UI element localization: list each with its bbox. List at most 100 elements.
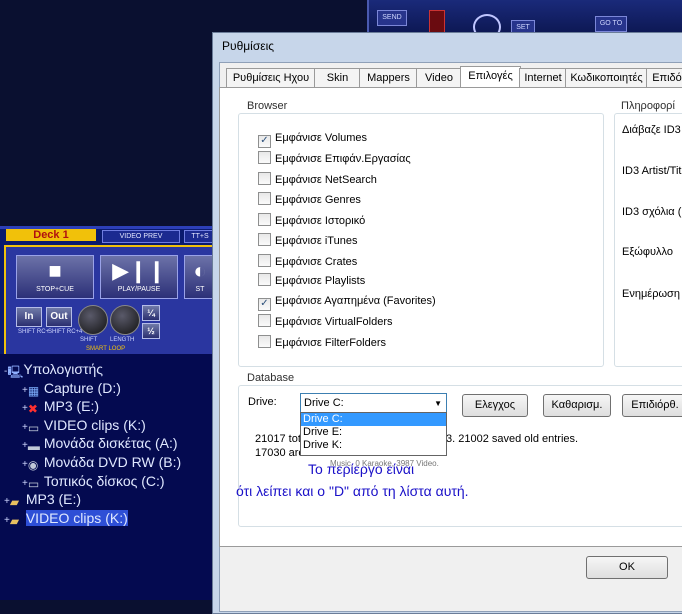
tree-node[interactable]: +▦ Capture (D:) xyxy=(22,379,121,398)
database-group-label: Database xyxy=(245,372,297,384)
checkbox-row[interactable]: Εμφάνισε iTunes xyxy=(258,233,357,247)
drive-option[interactable]: Drive C: xyxy=(301,413,446,426)
drive-option[interactable]: Drive K: xyxy=(301,439,446,452)
tree-node[interactable]: +▭ VIDEO clips (K:) xyxy=(22,416,146,435)
checkbox-unchecked[interactable] xyxy=(258,192,271,205)
loop-half-button[interactable]: ½ xyxy=(142,323,160,339)
checkbox-row[interactable]: Εμφάνισε Επιφάν.Εργασίας xyxy=(258,151,411,165)
tree-node-label: Μονάδα δισκέτας (A:) xyxy=(43,435,178,452)
tree-node-label: MP3 (E:) xyxy=(25,491,82,508)
tab-1[interactable]: Ρυθμίσεις Ηχου xyxy=(226,68,316,88)
checkbox-row[interactable]: Εμφάνισε NetSearch xyxy=(258,172,377,186)
tree-node[interactable]: +◉ Μονάδα DVD RW (B:) xyxy=(22,453,181,472)
tree-node[interactable]: +▰ MP3 (E:) xyxy=(4,490,82,510)
st-icon: ◐ xyxy=(193,258,207,283)
tree-node[interactable]: +▭ Τοπικός δίσκος (C:) xyxy=(22,472,165,491)
browser-group-label: Browser xyxy=(245,100,290,112)
info-option-label: Εξώφυλλο xyxy=(622,246,673,258)
computer-icon: 🖳 xyxy=(7,365,24,379)
tab-2[interactable]: Skin xyxy=(314,68,361,88)
checkbox-unchecked[interactable] xyxy=(258,314,271,327)
shift-rc4-label: SHIFT RC+4 xyxy=(48,329,83,335)
tree-node[interactable]: +✖ MP3 (E:) xyxy=(22,397,100,417)
checkbox-label: Εμφάνισε NetSearch xyxy=(275,174,377,186)
goto-button[interactable]: GO TO xyxy=(595,16,627,32)
chevron-down-icon[interactable]: ▼ xyxy=(434,394,442,413)
checkbox-row[interactable]: Εμφάνισε Crates xyxy=(258,254,357,268)
ok-button[interactable]: OK xyxy=(586,556,668,579)
tab-video-prev[interactable]: VIDEO PREV xyxy=(102,230,180,243)
level-meter xyxy=(429,10,445,34)
length-knob-label: LENGTH xyxy=(110,337,135,343)
info-option-label: Διάβαζε ID3 xyxy=(622,124,681,136)
play-pause-button[interactable]: ▶❙❙ PLAY/PAUSE xyxy=(100,255,178,299)
deck-title: Deck 1 xyxy=(6,229,96,241)
checkbox-row[interactable]: Εμφάνισε Playlists xyxy=(258,273,365,287)
drive-option[interactable]: Drive E: xyxy=(301,426,446,439)
checkbox-row[interactable]: Εμφάνισε VirtualFolders xyxy=(258,314,393,328)
drive-label: Drive: xyxy=(248,396,277,408)
checkbox-unchecked[interactable] xyxy=(258,254,271,267)
checkbox-unchecked[interactable] xyxy=(258,273,271,286)
checkbox-row[interactable]: Εμφάνισε FilterFolders xyxy=(258,335,386,349)
st-button[interactable]: ◐ ST xyxy=(184,255,215,299)
db-stats-line1-end: 3. 21002 saved old entries. xyxy=(446,433,579,445)
stop-icon: ■ xyxy=(48,258,62,283)
length-knob[interactable] xyxy=(110,305,140,335)
tree-node-label: VIDEO clips (K:) xyxy=(25,509,128,526)
smart-loop-label: SMART LOOP xyxy=(86,346,126,352)
loop-out-button[interactable]: Out xyxy=(46,307,72,327)
loop-in-button[interactable]: In xyxy=(16,307,42,327)
checkbox-unchecked[interactable] xyxy=(258,172,271,185)
tree-node[interactable]: +▬ Μονάδα δισκέτας (A:) xyxy=(22,434,178,454)
checkbox-label: Εμφάνισε iTunes xyxy=(275,235,358,247)
tree-node-label: VIDEO clips (K:) xyxy=(43,416,146,433)
shift-knob[interactable] xyxy=(78,305,108,335)
error-drive-icon: ✖ xyxy=(27,402,38,417)
tab-6[interactable]: Internet xyxy=(519,68,567,88)
tab-7[interactable]: Κωδικοποιητές xyxy=(565,68,648,88)
checkbox-row[interactable]: ✓ Εμφάνισε Volumes xyxy=(258,131,367,148)
tab-3[interactable]: Mappers xyxy=(359,68,418,88)
info-option-label: Ενημέρωση xyxy=(622,288,680,300)
shift-rc-label: SHIFT RC+ xyxy=(18,329,50,335)
info-option-label: ID3 σχόλια ( xyxy=(622,206,682,218)
disk-icon: ▭ xyxy=(27,476,40,491)
tab-8[interactable]: Επιδό xyxy=(646,68,682,88)
checkbox-label: Εμφάνισε Playlists xyxy=(275,275,366,287)
checkbox-unchecked[interactable] xyxy=(258,335,271,348)
grid-drive-icon: ▦ xyxy=(27,383,40,398)
loop-quarter-button[interactable]: ¼ xyxy=(142,305,160,321)
stop-cue-button[interactable]: ■ STOP+CUE xyxy=(16,255,94,299)
send-button[interactable]: SEND xyxy=(377,10,407,26)
checkbox-row[interactable]: Εμφάνισε Genres xyxy=(258,192,361,206)
annotation-line1: Το περίεργο είναι xyxy=(308,461,415,477)
folder-icon: ▰ xyxy=(9,513,20,528)
repair-button[interactable]: Επιδιόρθ. xyxy=(622,394,682,417)
checkbox-row[interactable]: Εμφάνισε Ιστορικό xyxy=(258,213,365,227)
top-toolbar-strip: SEND SET GO TO xyxy=(367,0,682,40)
tab-4[interactable]: Video xyxy=(416,68,462,88)
folder-icon: ▰ xyxy=(9,495,20,510)
tab-5[interactable]: Επιλογές xyxy=(460,66,521,89)
drive-icon: ▭ xyxy=(27,420,40,435)
drive-combobox[interactable]: Drive C: ▼ xyxy=(300,393,447,414)
tree-node-label: MP3 (E:) xyxy=(43,398,100,415)
check-button[interactable]: Ελεγχος xyxy=(462,394,528,417)
checkbox-checked[interactable]: ✓ xyxy=(258,135,271,148)
checkbox-unchecked[interactable] xyxy=(258,233,271,246)
stop-cue-label: STOP+CUE xyxy=(36,286,74,293)
checkbox-checked[interactable]: ✓ xyxy=(258,298,271,311)
checkbox-label: Εμφάνισε Crates xyxy=(275,256,358,268)
drive-dropdown-list: Drive C: Drive E: Drive K: xyxy=(300,412,447,456)
tree-node[interactable]: -🖳Υπολογιστής xyxy=(4,360,103,379)
tree-node[interactable]: +▰ VIDEO clips (K:) xyxy=(4,509,128,528)
floppy-icon: ▬ xyxy=(27,439,40,454)
clean-button[interactable]: Καθαρισμ. xyxy=(543,394,611,417)
checkbox-label: Εμφάνισε FilterFolders xyxy=(275,337,386,349)
drive-combobox-value: Drive C: xyxy=(304,397,344,409)
checkbox-unchecked[interactable] xyxy=(258,213,271,226)
checkbox-row[interactable]: ✓ Εμφάνισε Αγαπημένα (Favorites) xyxy=(258,294,436,311)
checkbox-unchecked[interactable] xyxy=(258,151,271,164)
tree-node-label: Τοπικός δίσκος (C:) xyxy=(43,472,165,489)
